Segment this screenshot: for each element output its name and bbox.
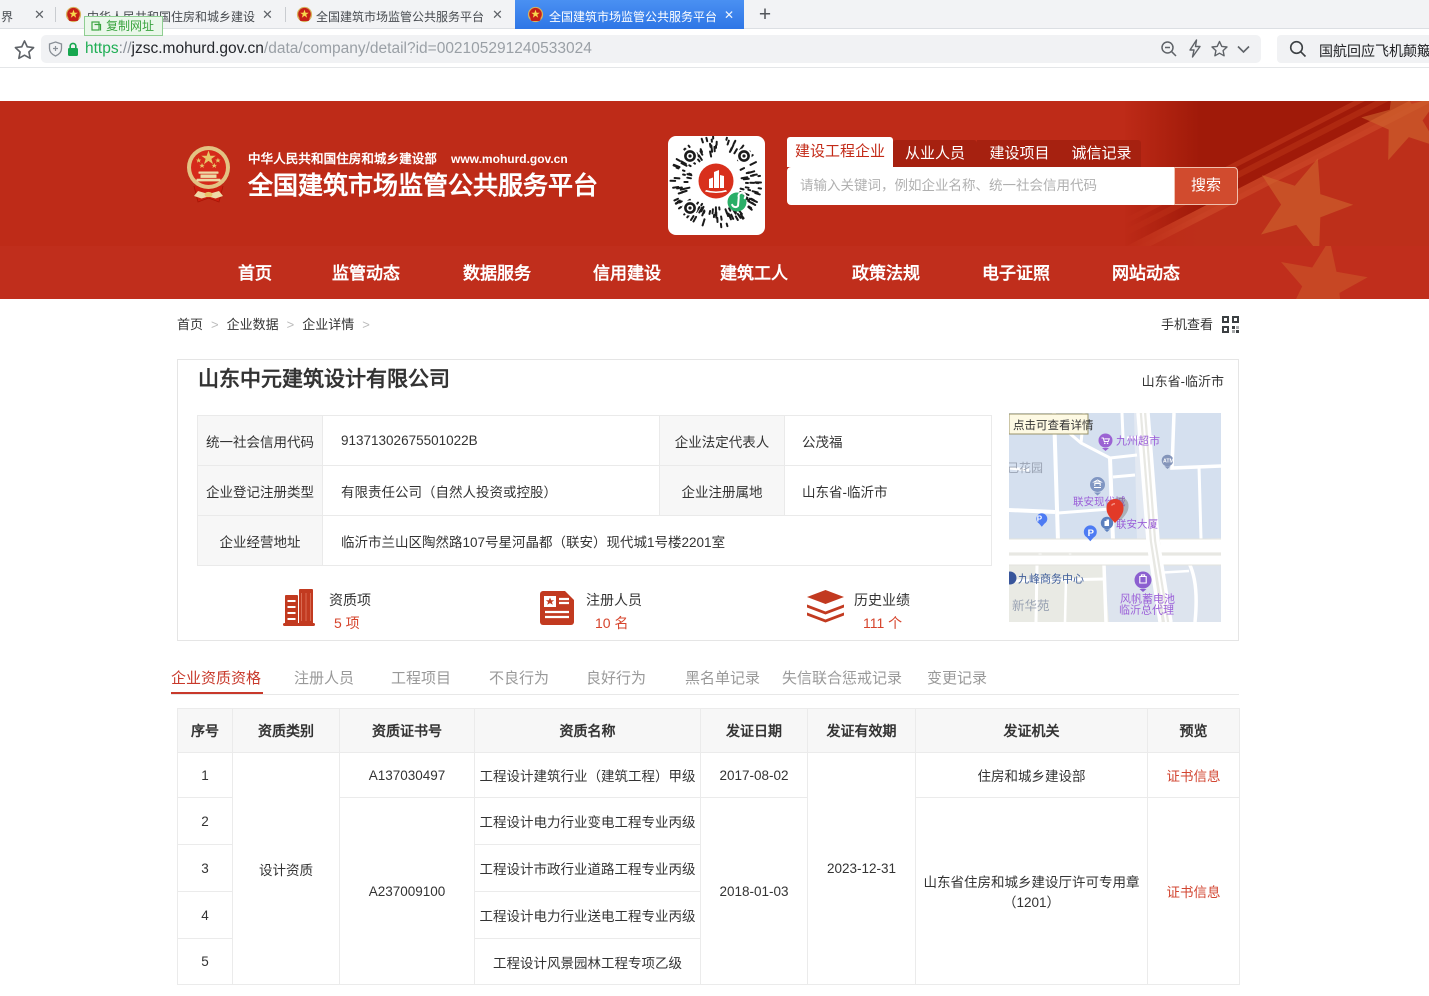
svg-text:临沂总代理: 临沂总代理 bbox=[1119, 603, 1174, 617]
svg-text:P: P bbox=[1037, 515, 1043, 524]
svg-text:九州超市: 九州超市 bbox=[1116, 434, 1160, 448]
svg-text:己花园: 己花园 bbox=[1009, 460, 1043, 475]
svg-text:P: P bbox=[1088, 528, 1095, 539]
svg-text:九峰商务中心: 九峰商务中心 bbox=[1018, 572, 1084, 586]
svg-text:风帆蓄电池: 风帆蓄电池 bbox=[1120, 592, 1175, 606]
svg-text:ATM: ATM bbox=[1163, 459, 1174, 465]
svg-text:新华苑: 新华苑 bbox=[1012, 598, 1050, 613]
svg-text:点击可查看详情: 点击可查看详情 bbox=[1013, 418, 1094, 432]
svg-text:联安大厦: 联安大厦 bbox=[1116, 518, 1158, 531]
